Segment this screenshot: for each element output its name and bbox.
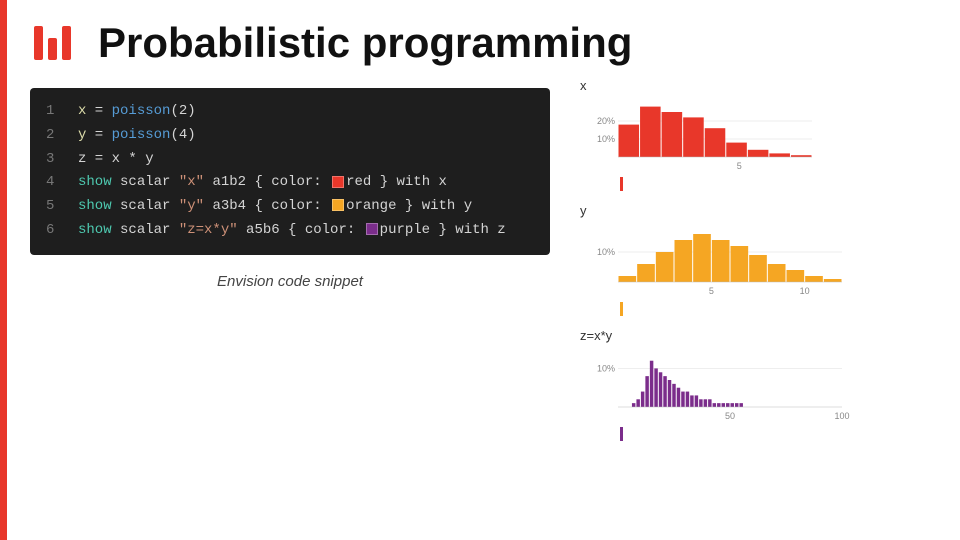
color-swatch-icon [332, 176, 344, 188]
svg-text:5: 5 [709, 286, 714, 296]
caption: Envision code snippet [30, 273, 550, 290]
main-content: 1x = poisson(2)2y = poisson(4)3z = x * y… [0, 88, 960, 441]
code-line: 6show scalar "z=x*y" a5b6 { color: purpl… [46, 219, 534, 243]
chart-svg-x: 20% 10% 5 [580, 95, 820, 175]
left-accent [0, 0, 7, 540]
right-panel: x 20% 10% 5 y 10% 5 10 z=x*y 10% 50 100 [550, 78, 930, 441]
page-title: Probabilistic programming [98, 19, 632, 67]
chart-label-x: x [580, 78, 930, 93]
svg-text:10%: 10% [597, 363, 615, 373]
chart-label-z: z=x*y [580, 328, 930, 343]
chart-indicator-y [620, 302, 623, 316]
svg-text:20%: 20% [597, 116, 615, 126]
color-swatch-icon [366, 223, 378, 235]
chart-label-y: y [580, 203, 930, 218]
chart-y: y 10% 5 10 [580, 203, 930, 316]
svg-text:10%: 10% [597, 134, 615, 144]
chart-svg-z: 10% 50 100 [580, 345, 850, 425]
chart-indicator-x [620, 177, 623, 191]
chart-z: z=x*y 10% 50 100 [580, 328, 930, 441]
chart-svg-y: 10% 5 10 [580, 220, 850, 300]
header: Probabilistic programming [0, 0, 960, 78]
left-panel: 1x = poisson(2)2y = poisson(4)3z = x * y… [30, 88, 550, 441]
svg-text:5: 5 [737, 161, 742, 171]
svg-text:10: 10 [800, 286, 810, 296]
chart-indicator-z [620, 427, 623, 441]
code-line: 1x = poisson(2) [46, 100, 534, 124]
svg-text:50: 50 [725, 411, 735, 421]
svg-text:100: 100 [834, 411, 849, 421]
code-line: 3z = x * y [46, 148, 534, 172]
chart-x: x 20% 10% 5 [580, 78, 930, 191]
code-block: 1x = poisson(2)2y = poisson(4)3z = x * y… [30, 88, 550, 255]
code-line: 4show scalar "x" a1b2 { color: red } wit… [46, 171, 534, 195]
svg-text:10%: 10% [597, 247, 615, 257]
logo-icon [30, 18, 80, 68]
code-line: 5show scalar "y" a3b4 { color: orange } … [46, 195, 534, 219]
color-swatch-icon [332, 199, 344, 211]
code-line: 2y = poisson(4) [46, 124, 534, 148]
